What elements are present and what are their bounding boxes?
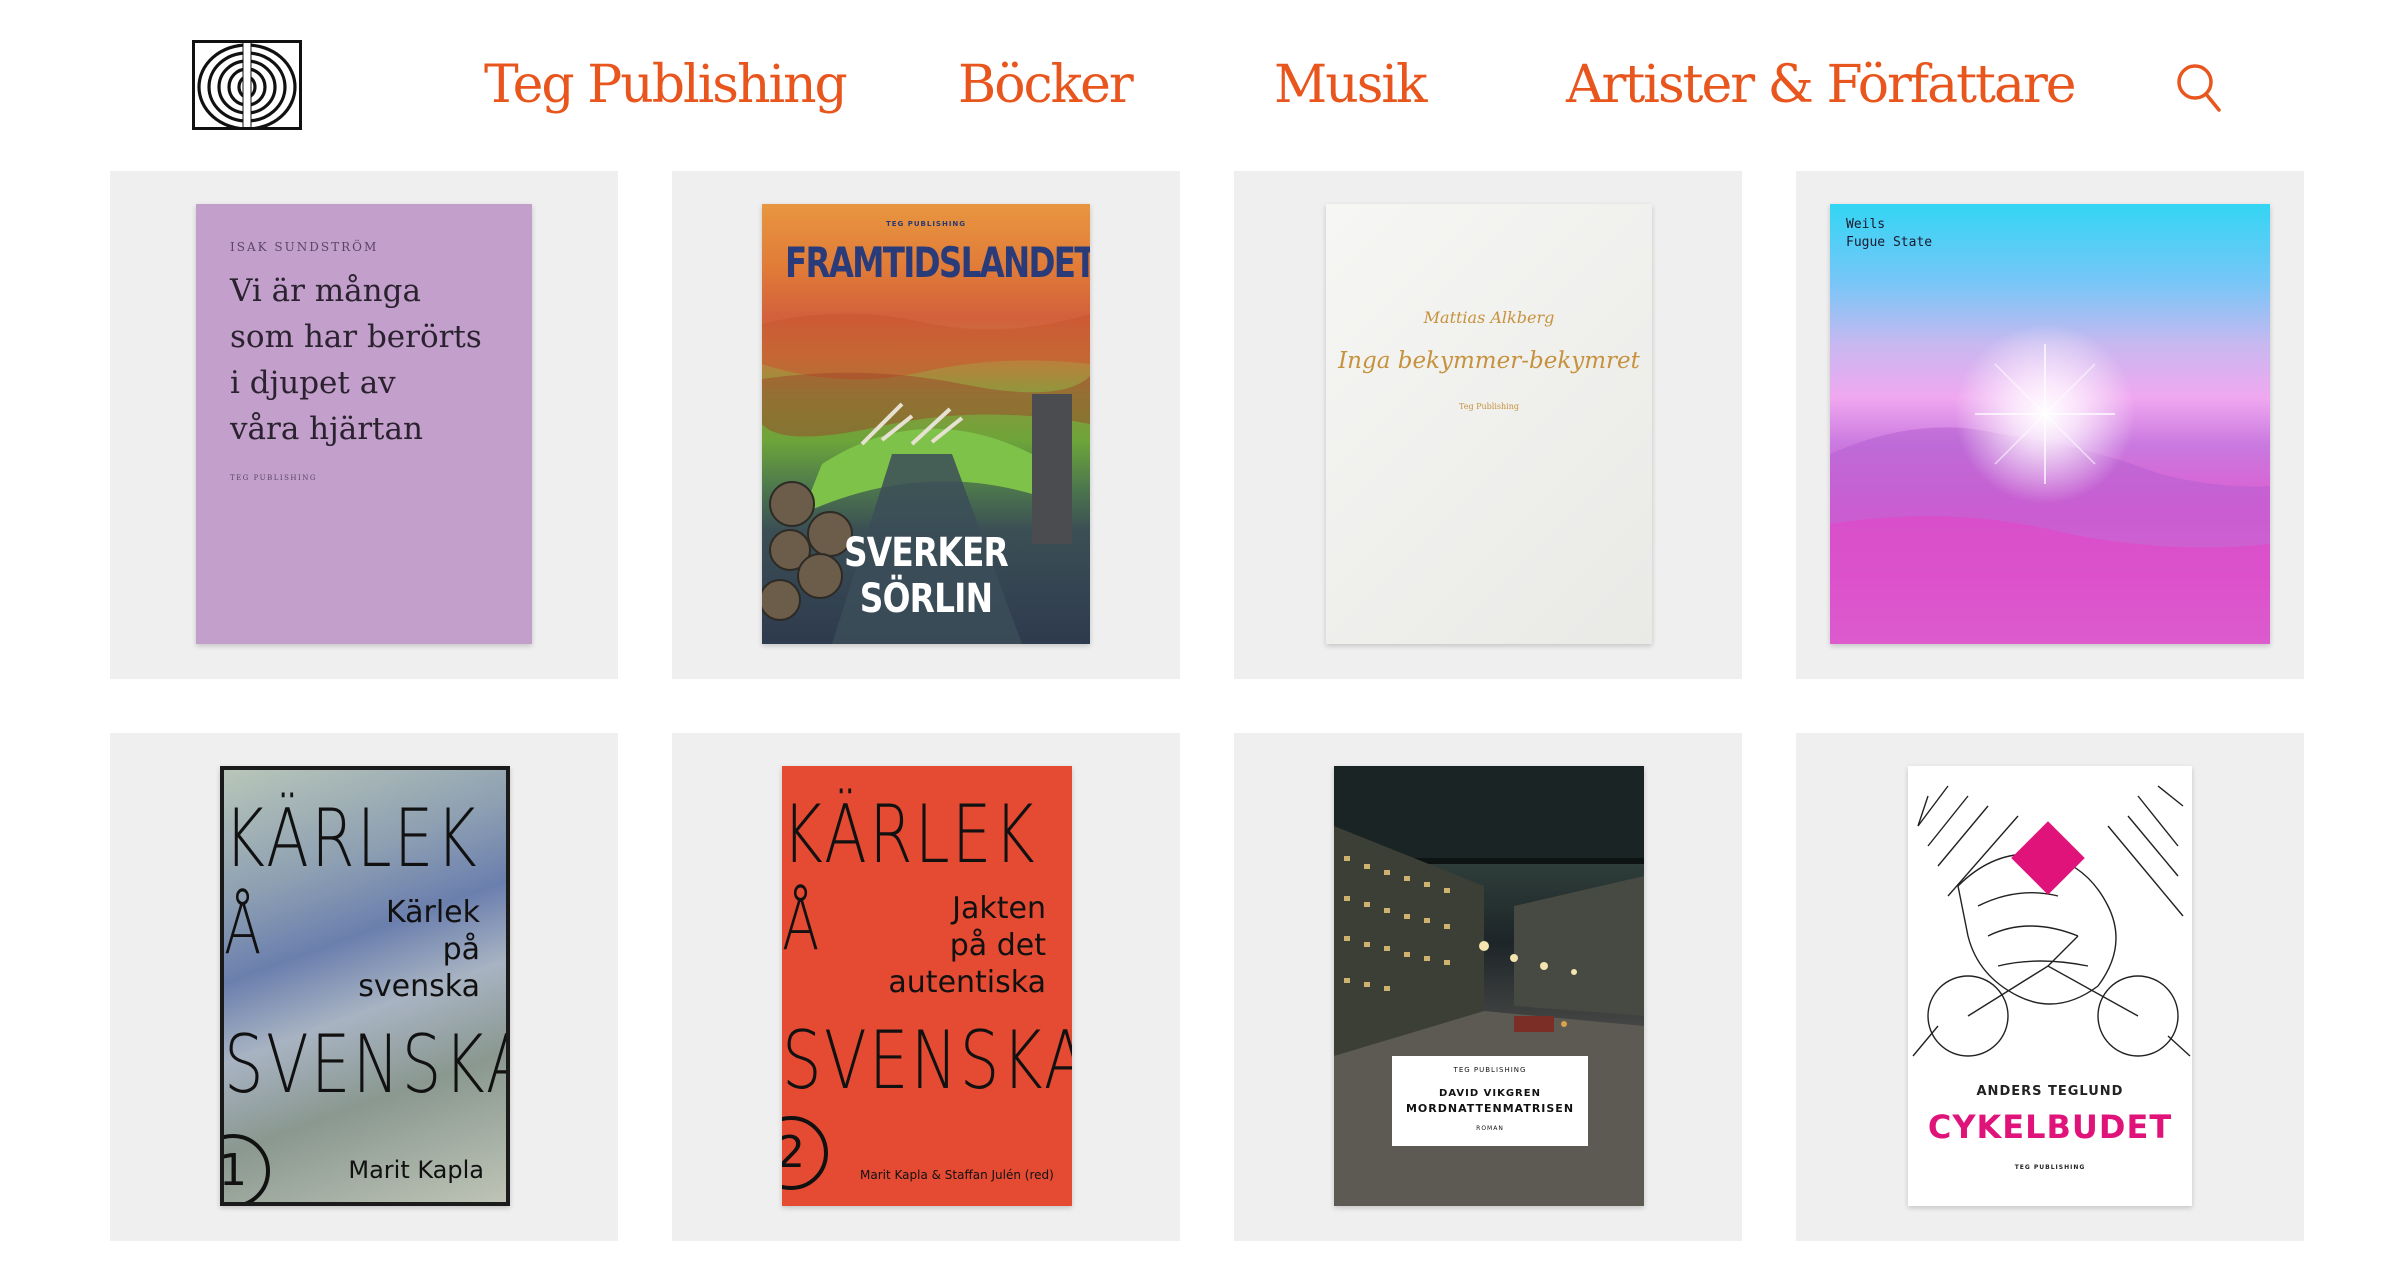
product-card[interactable]: KÄRLEK Å SVENSKA Jakten på det autentisk… (672, 733, 1180, 1241)
book-cover[interactable]: KÄRLEK Å SVENSKA Jakten på det autentisk… (782, 766, 1072, 1206)
cover-title-label: TEG PUBLISHING DAVID VIKGREN MORDNATTENM… (1392, 1056, 1588, 1146)
product-card[interactable]: ANDERS TEGLUND CYKELBUDET TEG PUBLISHING (1796, 733, 2304, 1241)
cover-genre: ROMAN (1476, 1125, 1504, 1132)
nav-artister-forfattare[interactable]: Artister & Författare (1566, 50, 2077, 120)
cover-author: SVERKER SÖRLIN (843, 530, 1009, 622)
concentric-arches-logo-icon[interactable] (192, 40, 302, 130)
cover-title: Vi är många som har berörts i djupet av … (230, 273, 482, 447)
product-card[interactable]: TEG PUBLISHING FRAMTIDSLANDET SVERKER SÖ… (672, 171, 1180, 679)
nav-teg-publishing[interactable]: Teg Publishing (484, 50, 848, 120)
cover-series-word-2: SVENSKA (224, 1018, 510, 1111)
product-card[interactable]: KÄRLEK Å SVENSKA Kärlek på svenska 1 Mar… (110, 733, 618, 1241)
product-card[interactable]: Mattias Alkberg Inga bekymmer-bekymret T… (1234, 171, 1742, 679)
product-card[interactable]: TEG PUBLISHING DAVID VIKGREN MORDNATTENM… (1234, 733, 1742, 1241)
album-cover[interactable]: Weils Fugue State (1830, 204, 2270, 644)
volume-number: 2 (782, 1116, 828, 1190)
cover-author: Marit Kapla & Staffan Julén (red) (860, 1168, 1054, 1182)
cover-publisher: TEG PUBLISHING (1453, 1066, 1527, 1074)
cover-series-word-2: SVENSKA (782, 1014, 1072, 1107)
cover-artist: Weils (1846, 217, 1886, 232)
sea-rock-photo (1830, 324, 2270, 644)
cover-author: Marit Kapla (348, 1156, 484, 1184)
cover-title: MORDNATTENMATRISEN (1405, 1102, 1575, 1115)
cover-publisher: TEG PUBLISHING (230, 474, 318, 482)
search-icon[interactable] (2175, 62, 2223, 114)
cover-author: DAVID VIKGREN (1439, 1088, 1541, 1099)
cyclist-drawing (1912, 785, 2191, 1057)
cover-title: Fugue State (1846, 235, 1933, 250)
cover-title: Jakten på det autentiska (888, 891, 1046, 1000)
nav-bocker[interactable]: Böcker (958, 50, 1134, 120)
nav-musik[interactable]: Musik (1274, 50, 1428, 120)
book-cover[interactable]: KÄRLEK Å SVENSKA Kärlek på svenska 1 Mar… (220, 766, 510, 1206)
cover-meta: Weils Fugue State (1846, 216, 1932, 252)
cover-series-word: KÄRLEK (782, 788, 1038, 881)
book-cover[interactable]: ISAK SUNDSTRÖM Vi är många som har berör… (196, 204, 532, 644)
cover-series-glyph: Å (782, 884, 822, 966)
cover-author: Mattias Alkberg (1423, 308, 1555, 327)
volume-number: 1 (224, 1134, 270, 1202)
cover-publisher: TEG PUBLISHING (885, 220, 967, 228)
cover-title: CYKELBUDET (1927, 1108, 2173, 1146)
cover-series-word: KÄRLEK (224, 792, 480, 885)
cover-author: ANDERS TEGLUND (1976, 1084, 2124, 1099)
book-cover[interactable]: TEG PUBLISHING FRAMTIDSLANDET SVERKER SÖ… (762, 204, 1090, 644)
product-card[interactable]: Weils Fugue State (1796, 171, 2304, 679)
cover-title: Kärlek på svenska (358, 895, 480, 1004)
cover-publisher: TEG PUBLISHING (2014, 1164, 2086, 1171)
book-cover[interactable]: TEG PUBLISHING DAVID VIKGREN MORDNATTENM… (1334, 766, 1644, 1206)
book-cover[interactable]: Mattias Alkberg Inga bekymmer-bekymret T… (1326, 204, 1652, 644)
cover-title: Inga bekymmer-bekymret (1338, 348, 1640, 374)
book-cover[interactable]: ANDERS TEGLUND CYKELBUDET TEG PUBLISHING (1908, 766, 2192, 1206)
site-header: Teg Publishing Böcker Musik Artister & F… (0, 0, 2400, 172)
cover-series-glyph: Å (224, 888, 264, 970)
product-card[interactable]: ISAK SUNDSTRÖM Vi är många som har berör… (110, 171, 618, 679)
cover-title: FRAMTIDSLANDET (784, 238, 1090, 287)
cover-publisher: Teg Publishing (1459, 402, 1519, 411)
cover-author: ISAK SUNDSTRÖM (230, 240, 379, 254)
